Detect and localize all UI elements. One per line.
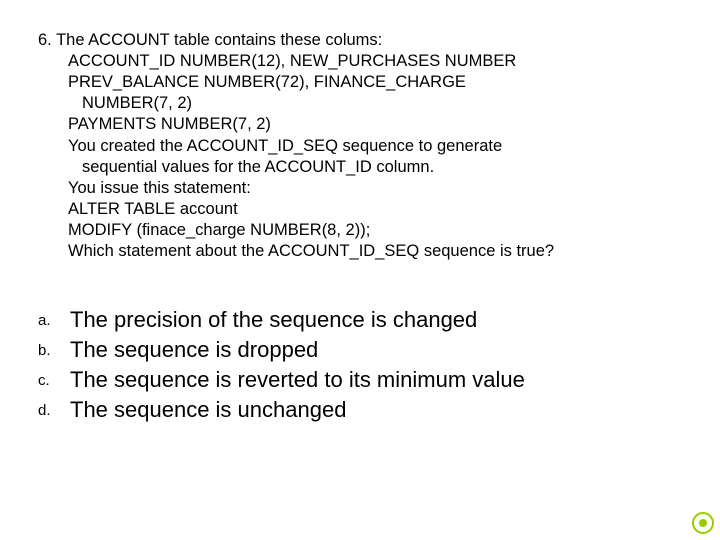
- question-line: NUMBER(7, 2): [82, 93, 678, 114]
- choice-b: b. The sequence is dropped: [38, 336, 678, 364]
- choice-a: a. The precision of the sequence is chan…: [38, 306, 678, 334]
- slide: 6. The ACCOUNT table contains these colu…: [0, 0, 720, 540]
- choice-text: The sequence is unchanged: [70, 396, 678, 424]
- question-line: You issue this statement:: [68, 178, 678, 199]
- question-line: You created the ACCOUNT_ID_SEQ sequence …: [68, 136, 678, 157]
- choice-label: d.: [38, 396, 70, 420]
- answer-choices: a. The precision of the sequence is chan…: [38, 306, 678, 427]
- choice-text: The sequence is dropped: [70, 336, 678, 364]
- question-line: sequential values for the ACCOUNT_ID col…: [82, 157, 678, 178]
- choice-text: The precision of the sequence is changed: [70, 306, 678, 334]
- question-line: ALTER TABLE account: [68, 199, 678, 220]
- choice-text: The sequence is reverted to its minimum …: [70, 366, 678, 394]
- question-lead: The ACCOUNT table contains these colums:: [56, 31, 382, 49]
- corner-ornament-icon: [692, 512, 714, 534]
- question-line: PREV_BALANCE NUMBER(72), FINANCE_CHARGE: [68, 72, 678, 93]
- choice-label: a.: [38, 306, 70, 330]
- question-line: Which statement about the ACCOUNT_ID_SEQ…: [68, 241, 678, 262]
- choice-label: b.: [38, 336, 70, 360]
- question-number: 6.: [38, 31, 52, 49]
- question-line: PAYMENTS NUMBER(7, 2): [68, 114, 678, 135]
- choice-d: d. The sequence is unchanged: [38, 396, 678, 424]
- question-block: 6. The ACCOUNT table contains these colu…: [38, 30, 678, 262]
- choice-label: c.: [38, 366, 70, 390]
- question-line: ACCOUNT_ID NUMBER(12), NEW_PURCHASES NUM…: [68, 51, 678, 72]
- question-line: MODIFY (finace_charge NUMBER(8, 2));: [68, 220, 678, 241]
- choice-c: c. The sequence is reverted to its minim…: [38, 366, 678, 394]
